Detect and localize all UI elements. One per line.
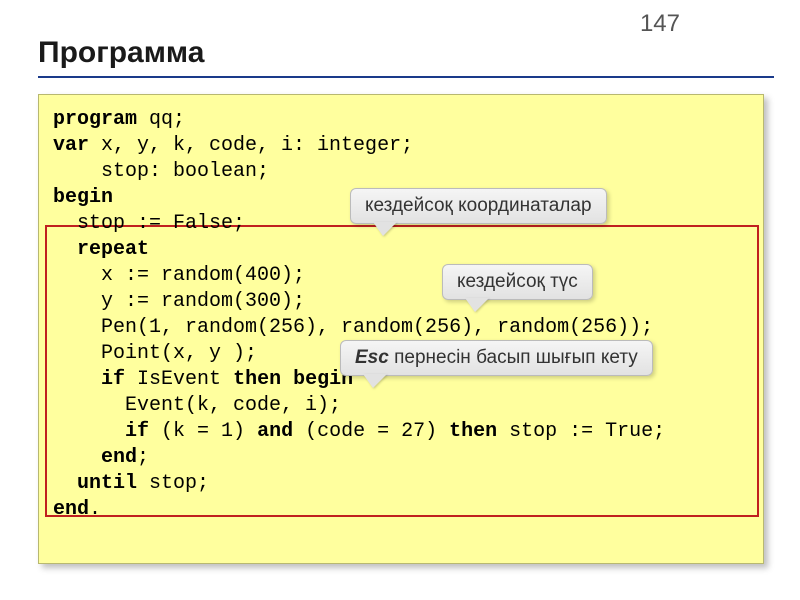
callout-tail bbox=[373, 222, 397, 236]
code-text: stop: boolean; bbox=[53, 160, 269, 183]
kw-repeat: repeat bbox=[53, 238, 149, 261]
callout-text: кездейсоқ координаталар bbox=[365, 195, 592, 216]
code-text: (k = 1) bbox=[149, 420, 257, 443]
kw-begin: begin bbox=[53, 186, 113, 209]
code-text bbox=[53, 368, 101, 391]
code-text: Event(k, code, i); bbox=[53, 394, 341, 417]
page-title: Программа bbox=[38, 36, 204, 70]
code-text: (code = 27) bbox=[293, 420, 449, 443]
kw-and: and bbox=[257, 420, 293, 443]
kw-end: end bbox=[101, 446, 137, 469]
code-text: . bbox=[89, 498, 101, 521]
callout-color: кездейсоқ түс bbox=[442, 264, 593, 300]
code-text: y := random(300); bbox=[53, 290, 305, 313]
kw-program: program bbox=[53, 108, 137, 131]
title-underline bbox=[38, 76, 774, 78]
kw-then: then bbox=[449, 420, 497, 443]
code-text: IsEvent bbox=[125, 368, 233, 391]
kw-if: if bbox=[101, 368, 125, 391]
kw-end: end bbox=[53, 498, 89, 521]
code-text bbox=[53, 472, 77, 495]
code-text: stop := False; bbox=[53, 212, 245, 235]
callout-coordinates: кездейсоқ координаталар bbox=[350, 188, 607, 224]
code-text: qq; bbox=[137, 108, 185, 131]
code-text bbox=[53, 446, 101, 469]
code-text: Pen(1, random(256), random(256), random(… bbox=[53, 316, 653, 339]
callout-esc: Esc пернесін басып шығып кету bbox=[340, 340, 653, 376]
kw-if: if bbox=[125, 420, 149, 443]
kw-var: var bbox=[53, 134, 89, 157]
code-text bbox=[53, 420, 125, 443]
code-text: x, y, k, code, i: integer; bbox=[89, 134, 413, 157]
page-number: 147 bbox=[640, 10, 680, 38]
code-text: ; bbox=[137, 446, 149, 469]
kw-until: until bbox=[77, 472, 137, 495]
code-text: stop := True; bbox=[497, 420, 665, 443]
code-listing: program qq; var x, y, k, code, i: intege… bbox=[53, 107, 749, 523]
callout-text: пернесін басып шығып кету bbox=[389, 347, 638, 368]
code-text: stop; bbox=[137, 472, 209, 495]
kw-then-begin: then begin bbox=[233, 368, 353, 391]
callout-bold: Esc bbox=[355, 347, 389, 368]
code-text: Point(x, y ); bbox=[53, 342, 257, 365]
callout-tail bbox=[465, 298, 489, 312]
callout-text: кездейсоқ түс bbox=[457, 271, 578, 292]
callout-tail bbox=[363, 374, 387, 388]
code-text: x := random(400); bbox=[53, 264, 305, 287]
code-panel: program qq; var x, y, k, code, i: intege… bbox=[38, 94, 764, 564]
